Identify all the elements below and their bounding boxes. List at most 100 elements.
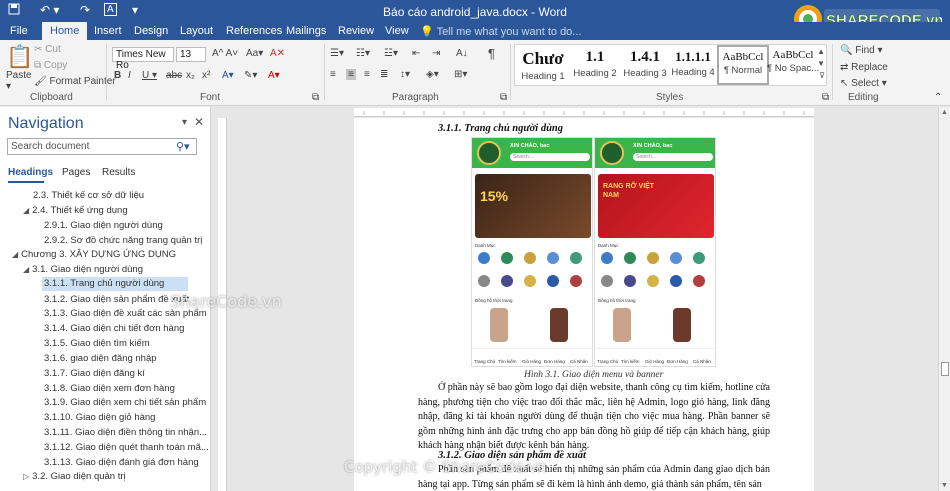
- text-effects-icon[interactable]: A▾: [222, 70, 234, 81]
- numbering-icon[interactable]: ☷▾: [356, 48, 370, 59]
- category-icon: [647, 252, 659, 264]
- change-case-icon[interactable]: Aa▾: [246, 48, 263, 59]
- gallery-scroll-up-icon[interactable]: ▲: [817, 47, 825, 56]
- clear-formatting-icon[interactable]: A✕: [270, 48, 285, 59]
- nav-heading-text: 3.1.8. Giao diện xem đơn hàng: [44, 383, 175, 394]
- search-icon[interactable]: ⚲▾: [176, 140, 190, 153]
- italic-button[interactable]: I: [128, 70, 131, 81]
- nav-heading-item[interactable]: 3.1.9. Giao diện xem chi tiết sản phẩm: [44, 397, 206, 408]
- underline-button[interactable]: U ▾: [142, 70, 157, 81]
- strikethrough-button[interactable]: abc: [166, 70, 182, 81]
- multilevel-list-icon[interactable]: ☳▾: [384, 48, 398, 59]
- sort-icon[interactable]: A↓: [456, 48, 468, 59]
- nav-heading-item[interactable]: 3.1.12. Giao diện quét thanh toán mã...: [44, 442, 209, 453]
- increase-indent-icon[interactable]: ⇥: [432, 48, 440, 59]
- nav-heading-item[interactable]: ▷ 3.2. Giao diện quản trị: [23, 471, 126, 482]
- tab-view[interactable]: View: [385, 25, 409, 37]
- grow-font-icon[interactable]: A^ A˅: [212, 48, 238, 59]
- replace-button[interactable]: ⇄ Replace: [840, 62, 888, 73]
- gallery-scroll-down-icon[interactable]: ▼: [817, 59, 825, 68]
- nav-heading-item[interactable]: 3.1.7. Giao diện đăng kí: [44, 368, 145, 379]
- nav-heading-item[interactable]: 2.9.2. Sơ đồ chức năng trang quản trị: [44, 235, 202, 246]
- style-heading-4[interactable]: 1.1.1.1 Heading 4: [667, 45, 719, 85]
- paste-icon[interactable]: 📋: [6, 44, 33, 70]
- tab-mailings[interactable]: Mailings: [286, 25, 326, 37]
- tell-me-box[interactable]: 💡 Tell me what you want to do...: [420, 25, 581, 38]
- paste-button[interactable]: Paste: [6, 70, 32, 81]
- borders-icon[interactable]: ⊞▾: [454, 69, 467, 80]
- font-family-select[interactable]: Times New Ro: [112, 47, 174, 71]
- font-color-icon[interactable]: A▾: [268, 70, 280, 81]
- align-left-icon[interactable]: ≡: [330, 69, 336, 80]
- nav-heading-item-selected[interactable]: 3.1.1. Trang chủ người dùng: [42, 277, 188, 291]
- tab-home[interactable]: Home: [42, 22, 88, 40]
- style-no-spacing[interactable]: AaBbCcl ¶ No Spac...: [767, 45, 819, 85]
- vertical-scrollbar[interactable]: ▲ ▼: [938, 107, 950, 491]
- scroll-down-icon[interactable]: ▼: [941, 482, 948, 489]
- paste-dropdown-icon[interactable]: ▾: [6, 81, 11, 92]
- paragraph-dialog-launcher-icon[interactable]: ⧉: [500, 92, 507, 103]
- close-icon[interactable]: ✕: [194, 115, 204, 129]
- app-greeting: XIN CHÀO, bac: [633, 143, 673, 149]
- document-page[interactable]: 3.1.1. Trang chủ người dùng XIN CHÀO, ba…: [354, 118, 814, 491]
- collapse-triangle-icon[interactable]: ◢: [23, 265, 29, 274]
- nav-heading-item[interactable]: 2.3. Thiết kế cơ sở dữ liệu: [33, 190, 144, 201]
- nav-heading-item[interactable]: ◢ 3.1. Giao diện người dùng: [23, 264, 143, 275]
- format-painter-button[interactable]: 🖌 Format Painter: [34, 76, 116, 87]
- line-spacing-icon[interactable]: ↕▾: [400, 69, 410, 80]
- justify-icon[interactable]: ≣: [380, 69, 388, 80]
- tab-design[interactable]: Design: [134, 25, 168, 37]
- superscript-button[interactable]: x²: [202, 70, 210, 81]
- style-heading-2[interactable]: 1.1 Heading 2: [569, 45, 621, 85]
- bullets-icon[interactable]: ☰▾: [330, 48, 344, 59]
- tab-insert[interactable]: Insert: [94, 25, 122, 37]
- nav-heading-item[interactable]: 2.9.1. Giao diện người dùng: [44, 220, 163, 231]
- align-right-icon[interactable]: ≡: [364, 69, 370, 80]
- tab-pages[interactable]: Pages: [62, 167, 90, 178]
- styles-dialog-launcher-icon[interactable]: ⧉: [822, 92, 829, 103]
- highlight-icon[interactable]: ✎▾: [244, 70, 257, 81]
- decrease-indent-icon[interactable]: ⇤: [412, 48, 420, 59]
- tab-layout[interactable]: Layout: [180, 25, 213, 37]
- subscript-button[interactable]: x₂: [186, 70, 195, 81]
- gallery-more-icon[interactable]: ⊽: [819, 71, 825, 80]
- font-dialog-launcher-icon[interactable]: ⧉: [312, 92, 319, 103]
- nav-heading-item[interactable]: ◢ 2.4. Thiết kế ứng dụng: [23, 205, 128, 216]
- nav-heading-item[interactable]: 3.1.11. Giao diện điền thông tin nhận...: [44, 427, 207, 438]
- pane-options-icon[interactable]: ▾: [182, 117, 187, 128]
- tab-review[interactable]: Review: [338, 25, 374, 37]
- collapse-triangle-icon[interactable]: ◢: [12, 250, 18, 259]
- nav-heading-item[interactable]: 3.1.4. Giao diện chi tiết đơn hàng: [44, 323, 184, 334]
- collapse-triangle-icon[interactable]: ◢: [23, 206, 29, 215]
- cursor-icon: ↖: [840, 78, 849, 89]
- horizontal-ruler[interactable]: [354, 108, 814, 117]
- style-normal[interactable]: AaBbCcl ¶ Normal: [717, 45, 769, 85]
- nav-heading-item[interactable]: 3.1.2. Giao diện sản phẩm đề xuất: [44, 294, 189, 305]
- nav-heading-item[interactable]: 3.1.6. giao diện đăng nhập: [44, 353, 157, 364]
- cut-button[interactable]: ✂ Cut: [34, 44, 61, 55]
- shading-icon[interactable]: ◈▾: [426, 69, 439, 80]
- bold-button[interactable]: B: [114, 70, 121, 81]
- font-size-select[interactable]: 13: [176, 47, 206, 62]
- tab-references[interactable]: References: [226, 25, 282, 37]
- nav-heading-item[interactable]: 3.1.8. Giao diện xem đơn hàng: [44, 383, 175, 394]
- tab-headings[interactable]: Headings: [8, 167, 53, 178]
- style-heading-1[interactable]: Chươ Heading 1: [517, 45, 569, 85]
- scroll-thumb[interactable]: [941, 362, 949, 376]
- collapse-ribbon-icon[interactable]: ⌃: [934, 92, 942, 103]
- nav-heading-item[interactable]: 3.1.13. Giao diện đánh giá đơn hàng: [44, 457, 199, 468]
- scroll-up-icon[interactable]: ▲: [941, 109, 948, 116]
- style-heading-3[interactable]: 1.4.1 Heading 3: [619, 45, 671, 85]
- nav-heading-item[interactable]: 3.1.5. Giao diện tìm kiếm: [44, 338, 150, 349]
- find-button[interactable]: 🔍 Find ▾: [840, 45, 883, 56]
- nav-heading-item[interactable]: 3.1.10. Giao diện giỏ hàng: [44, 412, 155, 423]
- show-marks-icon[interactable]: ¶: [488, 46, 495, 61]
- select-button[interactable]: ↖ Select ▾: [840, 78, 887, 89]
- copy-button[interactable]: ⧉ Copy: [34, 60, 67, 71]
- align-center-icon[interactable]: ≡: [346, 69, 356, 80]
- search-document-input[interactable]: Search document: [7, 138, 197, 155]
- tab-results[interactable]: Results: [102, 167, 135, 178]
- tab-file[interactable]: File: [10, 25, 28, 37]
- expand-triangle-icon[interactable]: ▷: [23, 472, 29, 481]
- nav-heading-item[interactable]: ◢ Chương 3. XÂY DỰNG ỨNG DỤNG: [12, 249, 176, 260]
